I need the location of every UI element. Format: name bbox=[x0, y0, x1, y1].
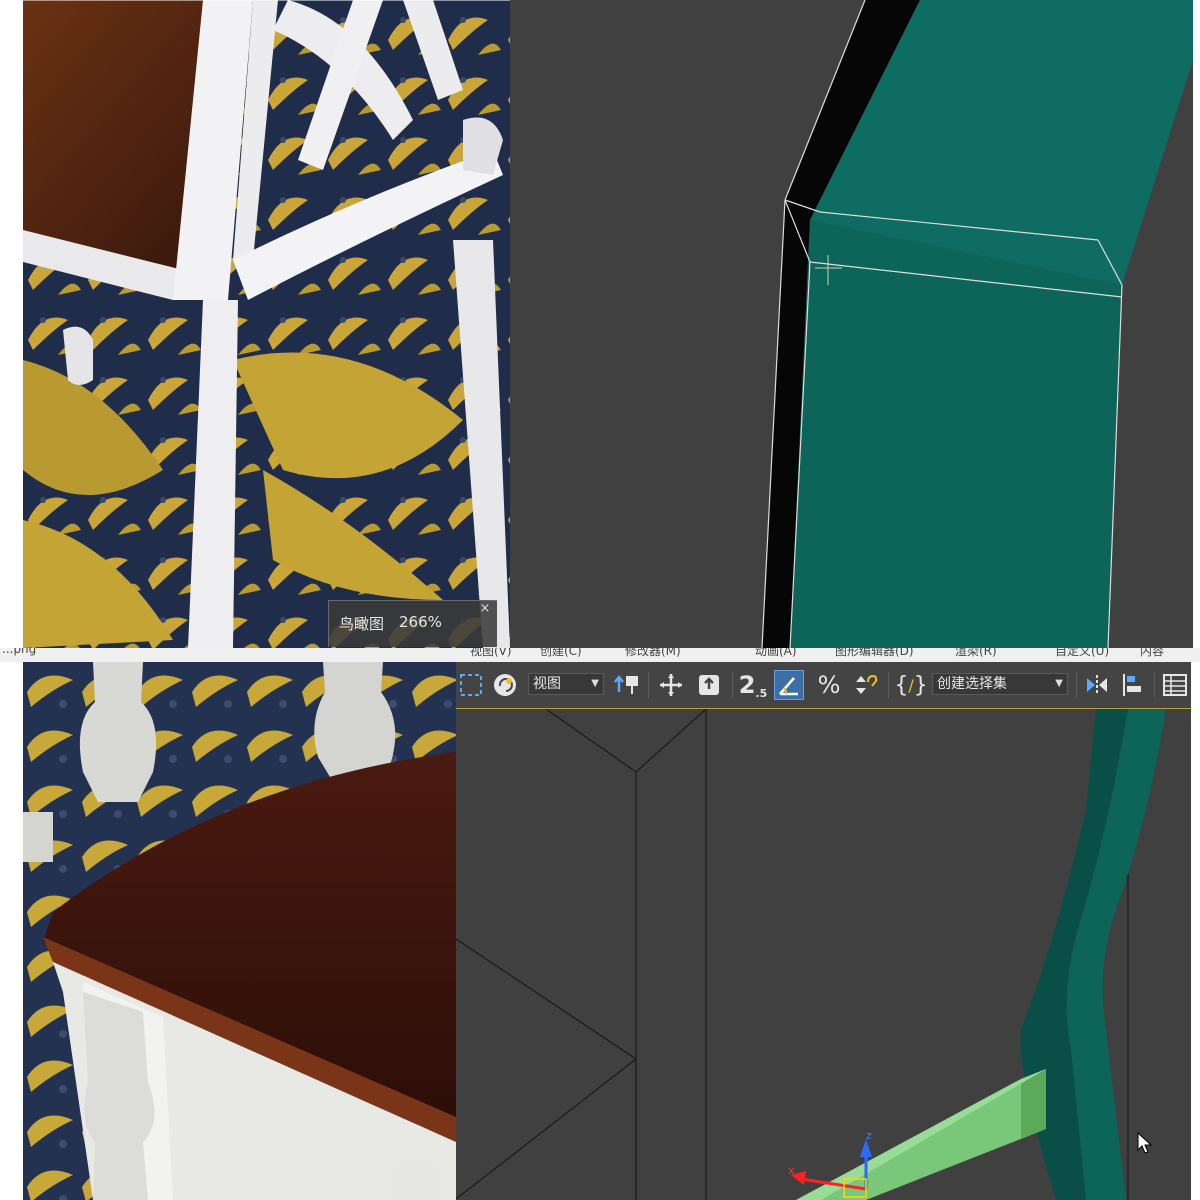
navigator-zoom: 266% bbox=[399, 613, 442, 631]
snap-sub-label: .5 bbox=[755, 687, 768, 700]
snap-2-5d-icon[interactable]: 2.5 bbox=[738, 670, 768, 700]
gizmo-z-label: z bbox=[866, 1129, 872, 1142]
mirror-icon[interactable] bbox=[1082, 670, 1112, 700]
viewport-bottom[interactable]: x z bbox=[456, 709, 1191, 1200]
selection-set-label: 创建选择集 bbox=[937, 676, 1007, 692]
named-selection-icon[interactable]: {/} bbox=[894, 670, 927, 700]
toolbar-separator bbox=[888, 672, 889, 698]
align-icon[interactable] bbox=[1118, 670, 1148, 700]
percent-snap-icon[interactable]: % bbox=[814, 670, 844, 700]
menu-fragment[interactable]: 动画(A) bbox=[755, 648, 797, 659]
layer-manager-icon[interactable] bbox=[1160, 670, 1190, 700]
menu-fragment[interactable]: 图形编辑器(D) bbox=[835, 648, 914, 659]
menu-fragment[interactable]: 修改器(M) bbox=[625, 648, 681, 659]
viewport-top[interactable] bbox=[510, 0, 1193, 648]
snap-label: 2 bbox=[738, 671, 756, 699]
select-rotate-icon[interactable] bbox=[490, 670, 520, 700]
mouse-cursor-icon bbox=[1137, 1131, 1153, 1160]
selection-set-dropdown[interactable]: 创建选择集 ▼ bbox=[932, 673, 1068, 695]
spinner-snap-icon[interactable] bbox=[850, 670, 880, 700]
menu-fragment[interactable]: 内容 bbox=[1140, 648, 1164, 659]
toolbar-separator bbox=[648, 672, 649, 698]
toolbar-separator bbox=[732, 672, 733, 698]
move-icon[interactable] bbox=[656, 670, 686, 700]
reference-photo-table bbox=[23, 662, 456, 1200]
menu-fragment: ...png bbox=[2, 648, 37, 656]
menu-fragment[interactable]: 创建(C) bbox=[540, 648, 582, 659]
angle-snap-icon[interactable] bbox=[774, 670, 804, 700]
view-dropdown-label: 视图 bbox=[533, 676, 561, 692]
place-icon[interactable] bbox=[694, 670, 724, 700]
menu-fragment[interactable]: 渲染(R) bbox=[955, 648, 997, 659]
toolbar-separator bbox=[1076, 672, 1077, 698]
toolbar-separator bbox=[1154, 672, 1155, 698]
navigator-title: 鸟瞰图 bbox=[339, 615, 385, 633]
chevron-down-icon: ▼ bbox=[591, 678, 599, 689]
gizmo-x-label: x bbox=[788, 1164, 795, 1177]
menu-fragment[interactable]: 视图(V) bbox=[470, 648, 512, 659]
main-toolbar: 视图 ▼ 2.5 % {/} 创建选择集 ▼ bbox=[456, 662, 1191, 710]
chevron-down-icon: ▼ bbox=[1055, 678, 1063, 689]
menu-fragment[interactable]: 自定义(U) bbox=[1055, 648, 1109, 659]
reference-photo-chair bbox=[23, 0, 510, 648]
navigator-panel: 鸟瞰图 266% × bbox=[328, 600, 497, 647]
close-icon[interactable]: × bbox=[477, 601, 493, 617]
menu-bar-partial: ...png 视图(V) 创建(C) 修改器(M) 动画(A) 图形编辑器(D)… bbox=[0, 648, 1200, 662]
region-select-icon[interactable] bbox=[456, 670, 486, 700]
view-dropdown[interactable]: 视图 ▼ bbox=[528, 673, 604, 695]
select-move-icon[interactable] bbox=[612, 670, 642, 700]
